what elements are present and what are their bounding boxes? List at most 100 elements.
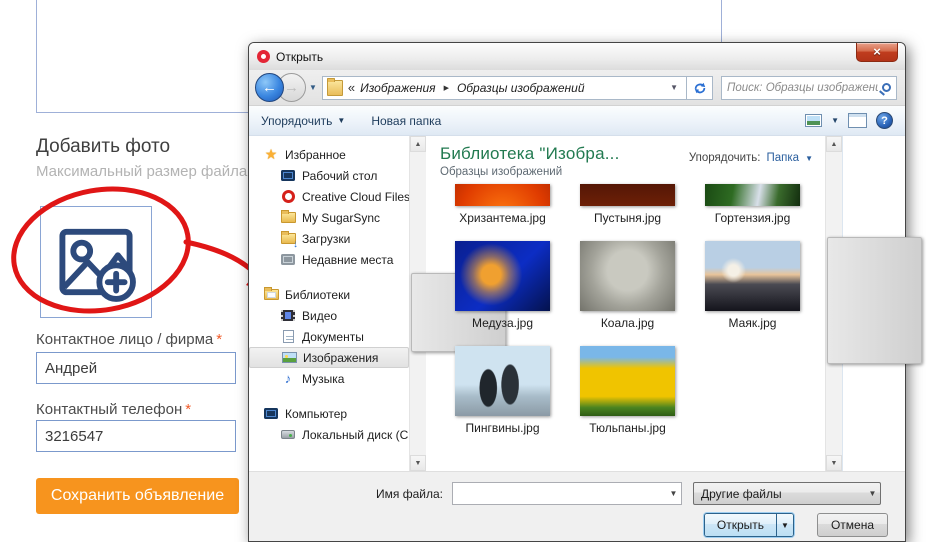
search-input[interactable] xyxy=(727,82,878,94)
sidebar-item-pictures[interactable]: Изображения xyxy=(249,347,409,368)
sidebar-item-music[interactable]: ♪ Музыка xyxy=(249,368,409,389)
sidebar-group-libraries[interactable]: Библиотеки xyxy=(249,284,409,305)
file-item[interactable]: Коала.jpg xyxy=(565,241,690,330)
recent-places-icon xyxy=(280,252,296,268)
open-split-button[interactable]: Открыть ▼ xyxy=(704,513,794,537)
arrange-value[interactable]: Папка xyxy=(767,152,800,164)
sidebar-item-downloads[interactable]: ↓ Загрузки xyxy=(249,228,409,249)
open-button[interactable]: Открыть xyxy=(705,514,776,536)
opera-icon xyxy=(257,50,270,63)
filename-input[interactable] xyxy=(453,483,666,504)
filename-label: Имя файла: xyxy=(249,487,452,501)
sidebar-item-desktop[interactable]: Рабочий стол xyxy=(249,165,409,186)
computer-icon xyxy=(263,406,279,422)
help-icon[interactable]: ? xyxy=(876,112,893,129)
close-button[interactable]: × xyxy=(856,43,898,62)
file-item[interactable]: Пингвины.jpg xyxy=(440,346,565,435)
contact-name-input[interactable] xyxy=(36,352,236,384)
sidebar-item-recent-places[interactable]: Недавние места xyxy=(249,249,409,270)
sidebar-item-creative-cloud[interactable]: Creative Cloud Files xyxy=(249,186,409,207)
folder-icon xyxy=(327,80,343,96)
back-button[interactable]: ← xyxy=(255,73,284,102)
star-icon: ★ xyxy=(263,147,279,163)
contact-phone-label: Контактный телефон* xyxy=(36,401,191,418)
scroll-down-icon[interactable]: ▼ xyxy=(826,455,842,471)
libraries-icon xyxy=(263,287,279,303)
history-dropdown-icon[interactable]: ▼ xyxy=(309,83,317,92)
open-dropdown-icon[interactable]: ▼ xyxy=(776,514,793,536)
new-folder-button[interactable]: Новая папка xyxy=(371,114,441,128)
thumbnail-lighthouse[interactable] xyxy=(705,241,800,311)
sidebar-group-computer[interactable]: Компьютер xyxy=(249,403,409,424)
chevron-down-icon[interactable]: ▼ xyxy=(805,154,813,163)
folder-icon xyxy=(280,210,296,226)
sidebar-scrollbar[interactable]: ▲ ▼ xyxy=(409,136,426,471)
filename-combobox[interactable]: ▼ xyxy=(452,482,682,505)
downloads-icon: ↓ xyxy=(280,231,296,247)
contact-name-label: Контактное лицо / фирма* xyxy=(36,331,222,348)
file-item[interactable]: Гортензия.jpg xyxy=(690,184,815,225)
photo-upload-dropzone[interactable] xyxy=(40,206,152,318)
chevron-down-icon[interactable]: ▼ xyxy=(666,483,681,504)
thumbnail-desert[interactable] xyxy=(580,184,675,206)
screen: Добавить фото Максимальный размер файла:… xyxy=(0,0,940,542)
thumbnail-chrysanthemum[interactable] xyxy=(455,184,550,206)
breadcrumb-item-pictures[interactable]: Изображения xyxy=(360,81,435,95)
dialog-footer: Имя файла: ▼ Другие файлы ▼ Открыть ▼ От… xyxy=(249,471,905,541)
breadcrumb-item-sample-pictures[interactable]: Образцы изображений xyxy=(457,81,585,95)
arrange-label: Упорядочить: xyxy=(689,152,761,164)
add-photo-heading: Добавить фото xyxy=(36,136,170,158)
navigation-pane: ★ Избранное Рабочий стол Creative Cloud … xyxy=(249,136,409,471)
search-box[interactable] xyxy=(721,76,897,100)
contact-phone-input[interactable] xyxy=(36,420,236,452)
scroll-down-icon[interactable]: ▼ xyxy=(410,455,426,471)
file-item[interactable]: Маяк.jpg xyxy=(690,241,815,330)
thumbnail-tulips[interactable] xyxy=(580,346,675,416)
views-dropdown-icon[interactable]: ▼ xyxy=(831,116,839,125)
thumbnail-penguins[interactable] xyxy=(455,346,550,416)
organize-menu[interactable]: Упорядочить▼ xyxy=(261,114,345,128)
breadcrumb-overflow-chevron[interactable]: « xyxy=(348,80,355,95)
file-list-scrollbar[interactable]: ▲ ▼ xyxy=(825,136,842,471)
cancel-button[interactable]: Отмена xyxy=(817,513,888,537)
scroll-up-icon[interactable]: ▲ xyxy=(826,136,842,152)
address-dropdown-icon[interactable]: ▼ xyxy=(666,83,682,92)
refresh-button[interactable] xyxy=(687,76,713,100)
file-type-select[interactable]: Другие файлы ▼ xyxy=(693,482,881,505)
creative-cloud-icon xyxy=(280,189,296,205)
sidebar-item-local-disk[interactable]: Локальный диск (C xyxy=(249,424,409,445)
music-note-icon: ♪ xyxy=(280,371,296,387)
breadcrumb-separator-icon: ▶ xyxy=(441,84,452,92)
save-listing-button[interactable]: Сохранить объявление xyxy=(36,478,239,514)
file-list-pane: Библиотека "Изобра... Образцы изображени… xyxy=(426,136,825,471)
file-item[interactable]: Хризантема.jpg xyxy=(440,184,565,225)
dialog-titlebar[interactable]: Открыть × xyxy=(249,43,905,70)
required-asterisk: * xyxy=(216,331,222,348)
file-item[interactable]: Тюльпаны.jpg xyxy=(565,346,690,435)
thumbnail-hydrangea[interactable] xyxy=(705,184,800,206)
dialog-body: ★ Избранное Рабочий стол Creative Cloud … xyxy=(249,136,905,471)
scroll-up-icon[interactable]: ▲ xyxy=(410,136,426,152)
refresh-icon xyxy=(693,81,707,95)
file-item[interactable]: Медуза.jpg xyxy=(440,241,565,330)
sidebar-item-documents[interactable]: Документы xyxy=(249,326,409,347)
sidebar-group-favorites[interactable]: ★ Избранное xyxy=(249,144,409,165)
chevron-down-icon: ▼ xyxy=(337,116,345,125)
scrollbar-thumb[interactable] xyxy=(827,237,922,364)
sidebar-item-sugarsync[interactable]: My SugarSync xyxy=(249,207,409,228)
file-item[interactable]: Пустыня.jpg xyxy=(565,184,690,225)
hard-disk-icon xyxy=(280,427,296,443)
preview-pane-icon[interactable] xyxy=(848,113,867,128)
library-header: Библиотека "Изобра... Образцы изображени… xyxy=(426,136,825,180)
add-image-icon xyxy=(54,220,138,304)
open-file-dialog: Открыть × ← → ▼ « Изображения ▶ Образцы … xyxy=(248,42,906,542)
desktop-icon xyxy=(280,168,296,184)
thumbnail-jellyfish[interactable] xyxy=(455,241,550,311)
max-file-size-note: Максимальный размер файла: 1 xyxy=(36,163,264,180)
sidebar-item-video[interactable]: Видео xyxy=(249,305,409,326)
views-icon[interactable] xyxy=(805,114,822,127)
arrange-by-control: Упорядочить: Папка ▼ xyxy=(689,152,813,164)
thumbnail-koala[interactable] xyxy=(580,241,675,311)
document-icon xyxy=(280,329,296,345)
breadcrumb[interactable]: « Изображения ▶ Образцы изображений ▼ xyxy=(322,76,687,100)
